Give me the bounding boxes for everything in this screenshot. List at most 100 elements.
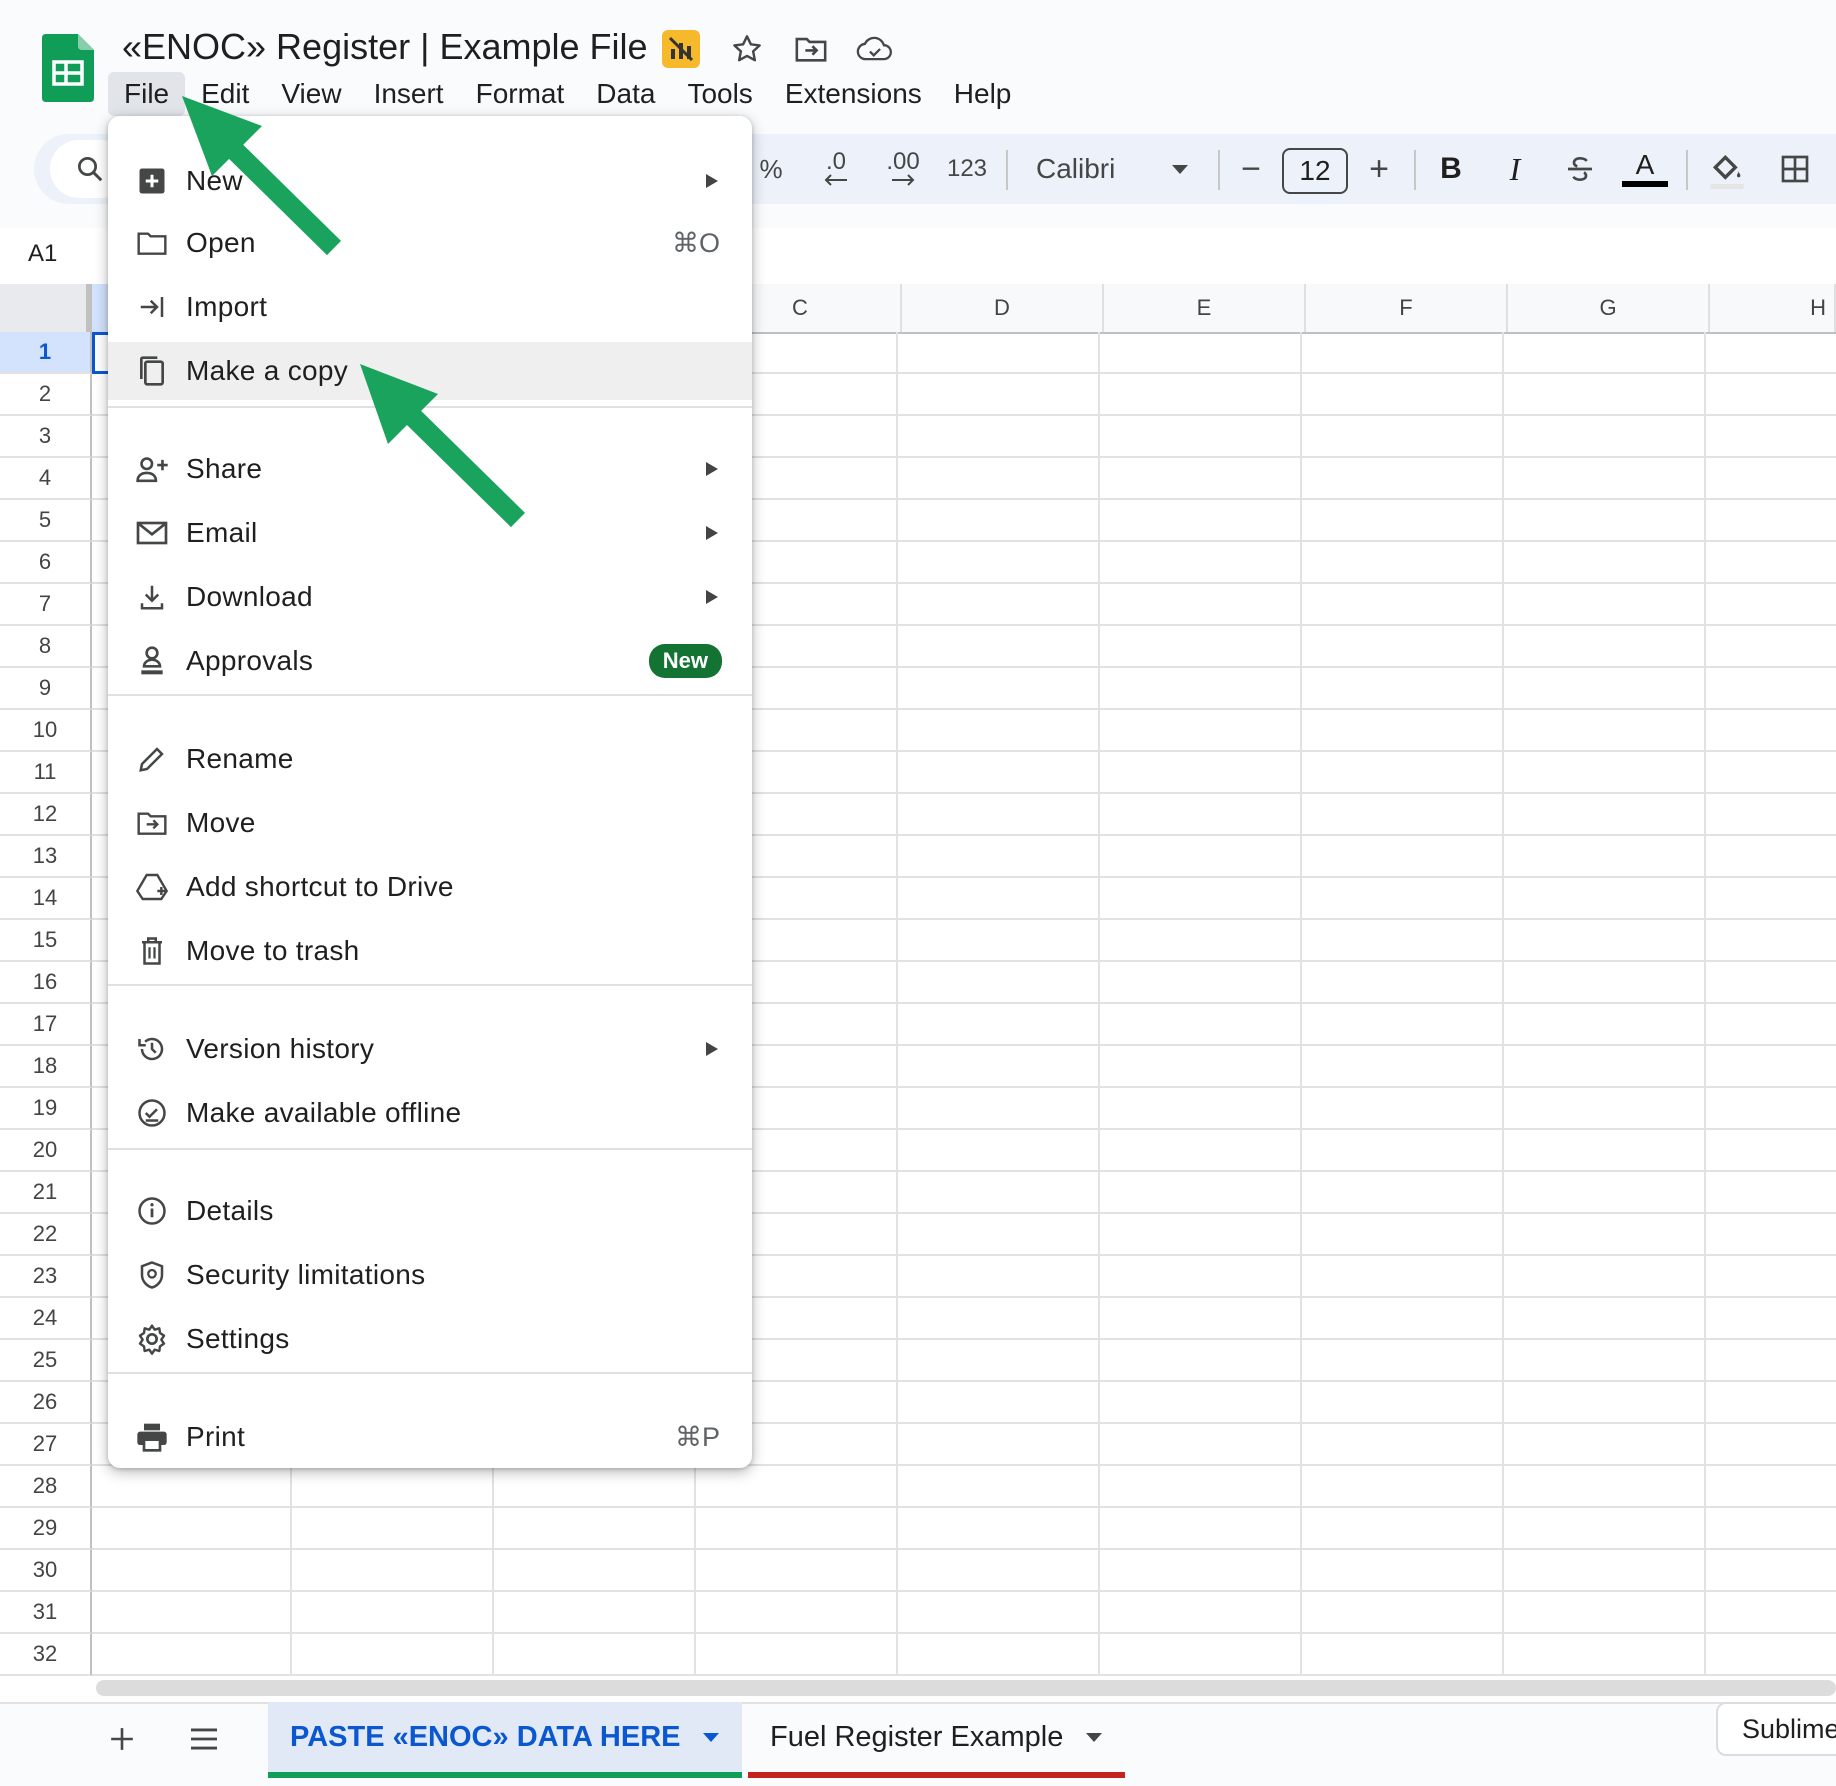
submenu-arrow-icon (706, 590, 718, 604)
row-header[interactable]: 27 (0, 1424, 92, 1466)
row-header[interactable]: 5 (0, 500, 92, 542)
add-sheet-button[interactable] (104, 1716, 140, 1762)
row-header[interactable]: 10 (0, 710, 92, 752)
all-sheets-button[interactable] (184, 1716, 224, 1762)
row-header[interactable]: 7 (0, 584, 92, 626)
file-menu-item-move[interactable]: Move (108, 794, 752, 852)
font-size-input[interactable]: 12 (1282, 148, 1348, 194)
sheet-tab-fuel-register[interactable]: Fuel Register Example (748, 1702, 1126, 1778)
file-menu-item-move-to-trash[interactable]: Move to trash (108, 922, 752, 980)
file-menu-item-add-shortcut-to-drive[interactable]: Add shortcut to Drive (108, 858, 752, 916)
row-header[interactable]: 23 (0, 1256, 92, 1298)
menu-file[interactable]: File (108, 72, 186, 116)
row-header[interactable]: 12 (0, 794, 92, 836)
file-menu-item-download[interactable]: Download (108, 568, 752, 626)
menu-format[interactable]: Format (460, 72, 581, 116)
fill-color-button[interactable] (1704, 146, 1750, 192)
menu-separator (108, 406, 752, 408)
row-header[interactable]: 17 (0, 1004, 92, 1046)
info-icon (134, 1193, 170, 1229)
decrease-font-size-button[interactable]: − (1236, 146, 1266, 192)
column-header-f[interactable]: F (1306, 284, 1508, 332)
chevron-down-icon[interactable] (1085, 1731, 1103, 1743)
italic-button[interactable]: I (1500, 146, 1530, 192)
row-header[interactable]: 22 (0, 1214, 92, 1256)
move-folder-icon[interactable] (792, 30, 830, 68)
row-header[interactable]: 30 (0, 1550, 92, 1592)
increase-font-size-button[interactable]: + (1364, 146, 1394, 192)
row-header[interactable]: 29 (0, 1508, 92, 1550)
name-box[interactable]: A1 (28, 240, 57, 268)
row-header[interactable]: 11 (0, 752, 92, 794)
no-chart-icon[interactable] (662, 30, 700, 68)
borders-button[interactable] (1772, 146, 1818, 192)
column-header-d[interactable]: D (902, 284, 1104, 332)
file-menu-item-version-history[interactable]: Version history (108, 1020, 752, 1078)
cloud-saved-icon[interactable] (856, 30, 894, 68)
row-header[interactable]: 32 (0, 1634, 92, 1676)
row-header[interactable]: 19 (0, 1088, 92, 1130)
row-header[interactable]: 21 (0, 1172, 92, 1214)
chevron-down-icon[interactable] (1168, 146, 1192, 192)
file-menu-item-details[interactable]: Details (108, 1182, 752, 1240)
menu-view[interactable]: View (265, 72, 357, 116)
row-header[interactable]: 31 (0, 1592, 92, 1634)
select-all-corner[interactable] (0, 284, 92, 332)
file-menu-item-label: Add shortcut to Drive (186, 871, 454, 902)
file-menu-item-security-limitations[interactable]: Security limitations (108, 1246, 752, 1304)
file-menu-item-new[interactable]: New (108, 152, 752, 210)
column-header-g[interactable]: G (1508, 284, 1710, 332)
row-header[interactable]: 24 (0, 1298, 92, 1340)
menu-insert[interactable]: Insert (358, 72, 460, 116)
row-header[interactable]: 28 (0, 1466, 92, 1508)
sheet-tab-paste-data[interactable]: PASTE «ENOC» DATA HERE (268, 1702, 743, 1778)
text-color-button[interactable]: A (1622, 146, 1668, 192)
file-menu-item-import[interactable]: Import (108, 278, 752, 336)
column-header-e[interactable]: E (1104, 284, 1306, 332)
menu-data[interactable]: Data (580, 72, 671, 116)
file-menu-item-share[interactable]: Share (108, 440, 752, 498)
sheets-logo-icon[interactable] (42, 34, 94, 102)
row-header[interactable]: 14 (0, 878, 92, 920)
file-menu-item-print[interactable]: Print ⌘P (108, 1408, 752, 1466)
more-formats-button[interactable]: 123 (944, 146, 990, 192)
row-header[interactable]: 1 (0, 332, 92, 374)
column-header-h[interactable]: H (1710, 284, 1836, 332)
file-menu-item-make-a-copy[interactable]: Make a copy (108, 342, 752, 400)
file-menu-item-label: Make available offline (186, 1097, 462, 1128)
decrease-decimal-button[interactable]: .0 (812, 146, 860, 192)
row-header[interactable]: 2 (0, 374, 92, 416)
file-menu-item-rename[interactable]: Rename (108, 730, 752, 788)
file-menu-item-open[interactable]: Open ⌘O (108, 214, 752, 272)
row-header[interactable]: 4 (0, 458, 92, 500)
menu-tools[interactable]: Tools (671, 72, 768, 116)
row-header[interactable]: 26 (0, 1382, 92, 1424)
row-header[interactable]: 6 (0, 542, 92, 584)
percent-format-button[interactable]: % (756, 146, 786, 192)
row-header[interactable]: 18 (0, 1046, 92, 1088)
document-title[interactable]: «ENOC» Register | Example File (122, 26, 648, 68)
bold-button[interactable]: B (1436, 146, 1466, 192)
row-header[interactable]: 13 (0, 836, 92, 878)
strikethrough-button[interactable] (1562, 146, 1598, 192)
row-header[interactable]: 16 (0, 962, 92, 1004)
star-icon[interactable] (728, 30, 766, 68)
row-header[interactable]: 8 (0, 626, 92, 668)
increase-decimal-button[interactable]: .00 (876, 146, 930, 192)
file-menu-item-approvals[interactable]: Approvals New (108, 632, 752, 690)
menu-extensions[interactable]: Extensions (769, 72, 938, 116)
file-menu-item-label: Import (186, 291, 268, 322)
side-panel-button[interactable]: Sublime (1716, 1702, 1836, 1756)
menu-help[interactable]: Help (938, 72, 1028, 116)
menu-edit[interactable]: Edit (185, 72, 265, 116)
file-menu-item-email[interactable]: Email (108, 504, 752, 562)
chevron-down-icon[interactable] (702, 1731, 720, 1743)
horizontal-scrollbar[interactable] (96, 1680, 1836, 1696)
row-header[interactable]: 20 (0, 1130, 92, 1172)
row-header[interactable]: 25 (0, 1340, 92, 1382)
row-header[interactable]: 9 (0, 668, 92, 710)
row-header[interactable]: 15 (0, 920, 92, 962)
file-menu-item-make-available-offline[interactable]: Make available offline (108, 1084, 752, 1142)
row-header[interactable]: 3 (0, 416, 92, 458)
file-menu-item-settings[interactable]: Settings (108, 1310, 752, 1368)
